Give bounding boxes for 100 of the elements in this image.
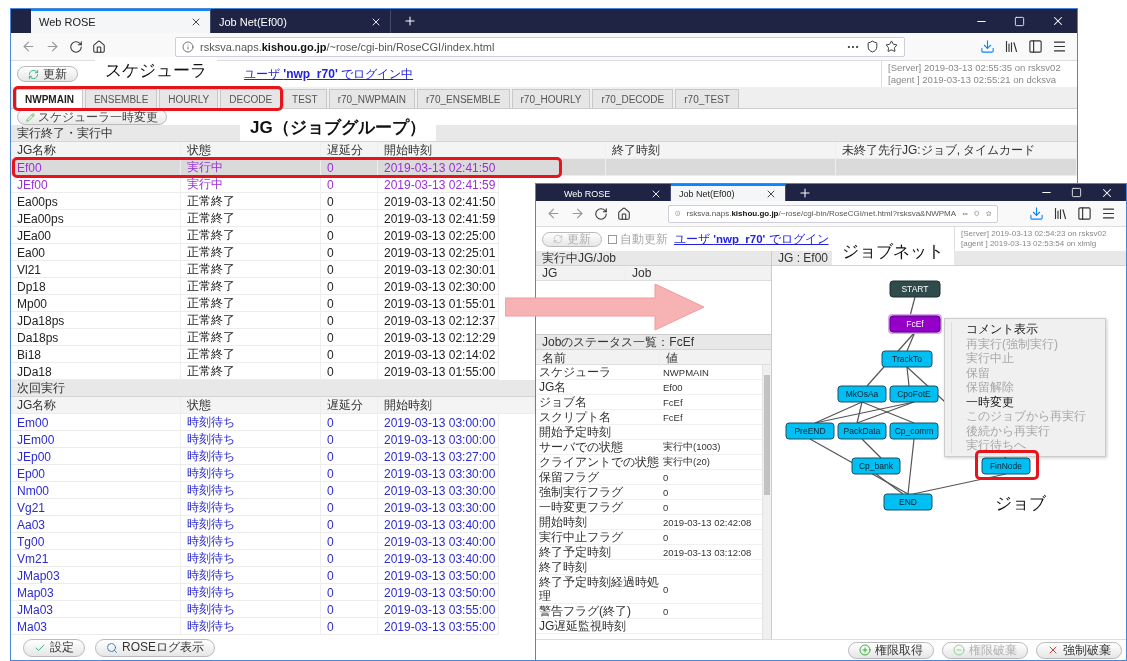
job-node[interactable]: PackData [837, 422, 887, 440]
table-row[interactable]: Ma03 時刻待ち 0 2019-03-13 03:55:00 [11, 618, 499, 635]
menu-icon[interactable] [1101, 206, 1116, 221]
job-node[interactable]: TrackTo [881, 350, 933, 368]
home-icon[interactable] [617, 206, 631, 221]
job-node[interactable]: CpoFotE [889, 385, 939, 403]
back-icon[interactable] [546, 206, 561, 221]
action-button[interactable]: 強制破棄 [1036, 641, 1122, 659]
reload-icon[interactable] [69, 39, 83, 54]
scheduler-tab[interactable]: DECODE [220, 89, 282, 108]
login-link[interactable]: ユーザ 'nwp_r70' でログイン中 [244, 65, 414, 83]
table-row[interactable]: JEm00 時刻待ち 0 2019-03-13 03:00:00 [11, 431, 499, 448]
job-node[interactable]: Cp_comm [889, 422, 939, 440]
panel-header: Jobのステータス一覧：FcEf [536, 335, 771, 350]
login-link[interactable]: ユーザ 'nwp_r70' でログイン [674, 231, 829, 247]
property-value: 0 [662, 531, 670, 543]
scrollbar[interactable] [762, 365, 771, 639]
scheduler-tab[interactable]: r70_NWPMAIN [328, 89, 415, 108]
table-row[interactable]: Aa03 時刻待ち 0 2019-03-13 03:40:00 [11, 516, 499, 533]
scheduler-tab[interactable]: HOURLY [159, 89, 219, 108]
job-node[interactable]: FinNode [981, 457, 1031, 475]
maximize-icon[interactable] [1071, 187, 1082, 198]
new-tab-icon[interactable] [403, 14, 417, 28]
library-icon[interactable] [1053, 206, 1068, 221]
scheduler-tab[interactable]: r70_ENSEMBLE [417, 89, 510, 108]
action-button[interactable]: 権限取得 [848, 641, 934, 659]
sidebar-icon[interactable] [1028, 39, 1043, 54]
table-row[interactable]: Vl21 正常終了 0 2019-03-13 02:30:01 [11, 261, 499, 278]
job-node[interactable]: FcEf [888, 314, 942, 334]
back-icon[interactable] [21, 39, 36, 54]
table-row[interactable]: JMa03 時刻待ち 0 2019-03-13 03:55:00 [11, 601, 499, 618]
table-row[interactable]: Da18ps 正常終了 0 2019-03-13 02:12:29 [11, 329, 499, 346]
shield-icon[interactable] [866, 40, 879, 53]
job-node[interactable]: MkOsAa [837, 385, 887, 403]
property-name: スケジューラ [538, 365, 612, 379]
menu-item[interactable]: コメント表示 [951, 322, 1105, 337]
table-row[interactable]: Ea00ps 正常終了 0 2019-03-13 02:41:50 [11, 193, 499, 210]
reload-icon[interactable] [594, 206, 608, 221]
close-icon[interactable] [190, 16, 202, 28]
property-value: 実行中(20) [662, 455, 711, 469]
table-row[interactable]: Ea00 正常終了 0 2019-03-13 02:25:01 [11, 244, 499, 261]
star-icon[interactable] [985, 208, 991, 219]
table-row[interactable]: Bi18 正常終了 0 2019-03-13 02:14:02 [11, 346, 499, 363]
property-name: JG遅延監視時刻 [538, 619, 628, 633]
forward-icon[interactable] [570, 206, 585, 221]
refresh-button[interactable]: 更新 [17, 66, 78, 82]
table-row[interactable]: JEa00ps 正常終了 0 2019-03-13 02:41:59 [11, 210, 499, 227]
property-value: 2019-03-13 02:42:08 [662, 516, 753, 528]
table-cell: 0 [321, 618, 378, 635]
info-icon[interactable] [182, 40, 194, 53]
property-name: 一時変更フラグ [538, 500, 624, 514]
job-node[interactable]: START [889, 280, 941, 298]
new-tab-icon[interactable] [798, 185, 812, 200]
browser-tab[interactable]: Job Net(Ef00) [671, 184, 786, 201]
menu-item[interactable]: 一時変更 [951, 394, 1105, 409]
maximize-icon[interactable] [1014, 15, 1025, 27]
sidebar-icon[interactable] [1077, 206, 1092, 221]
scheduler-tab[interactable]: ENSEMBLE [84, 89, 158, 108]
scheduler-tab[interactable]: r70_HOURLY [511, 89, 591, 108]
footer-button[interactable]: ROSEログ表示 [95, 638, 215, 657]
browser-tab[interactable]: Web ROSE [31, 9, 211, 33]
table-row[interactable]: JEa00 正常終了 0 2019-03-13 02:25:00 [11, 227, 499, 244]
download-icon[interactable] [1029, 206, 1044, 221]
search-icon[interactable] [106, 641, 118, 654]
home-icon[interactable] [92, 39, 106, 54]
close-icon[interactable] [370, 16, 382, 28]
table-row[interactable]: Ep00 時刻待ち 0 2019-03-13 03:30:00 [11, 465, 499, 482]
scheduler-tab[interactable]: NWPMAIN [16, 89, 83, 108]
footer-button[interactable]: 設定 [23, 638, 85, 657]
star-icon[interactable] [885, 40, 898, 53]
address-field[interactable]: rsksva.naps.kishou.go.jp/~rose/cgi-bin/RoseCGI/net.html?rsksva&NWPMA [668, 204, 998, 223]
scheduler-tab[interactable]: r70_TEST [675, 89, 739, 108]
table-row[interactable]: JDa18ps 正常終了 0 2019-03-13 02:12:37 [11, 312, 499, 329]
library-icon[interactable] [1004, 39, 1019, 54]
property-value: FcEf [662, 396, 684, 408]
table-row[interactable]: Vg21 時刻待ち 0 2019-03-13 03:30:00 [11, 499, 499, 516]
table-row[interactable]: Tg00 時刻待ち 0 2019-03-13 03:40:00 [11, 533, 499, 550]
table-row[interactable]: Map03 時刻待ち 0 2019-03-13 03:50:00 [11, 584, 499, 601]
table-row[interactable]: JMap03 時刻待ち 0 2019-03-13 03:50:00 [11, 567, 499, 584]
job-node[interactable]: PreEND [785, 422, 835, 440]
scheduler-tab[interactable]: TEST [283, 89, 327, 108]
table-row[interactable]: Vm21 時刻待ち 0 2019-03-13 03:40:00 [11, 550, 499, 567]
close-icon[interactable] [1051, 14, 1065, 28]
property-name: サーバでの状態 [538, 440, 624, 454]
scheduler-tab[interactable]: r70_DECODE [592, 89, 674, 108]
address-field[interactable]: rsksva.naps.kishou.go.jp/~rose/cgi-bin/RoseCGI/index.html [175, 36, 905, 57]
job-node[interactable]: END [883, 493, 933, 511]
forward-icon[interactable] [45, 39, 60, 54]
job-node[interactable]: Cp_bank [851, 457, 901, 475]
property-name: 終了予定時刻 [538, 545, 612, 559]
table-row[interactable]: Em00 時刻待ち 0 2019-03-13 03:00:00 [11, 414, 499, 431]
table-row[interactable]: Nm00 時刻待ち 0 2019-03-13 03:30:00 [11, 482, 499, 499]
table-row[interactable]: Dp18 正常終了 0 2019-03-13 02:30:00 [11, 278, 499, 295]
table-row[interactable]: JDa18 正常終了 0 2019-03-13 01:55:00 [11, 363, 499, 380]
table-row[interactable]: Mp00 正常終了 0 2019-03-13 01:55:01 [11, 295, 499, 312]
table-row[interactable]: JEp00 時刻待ち 0 2019-03-13 03:27:00 [11, 448, 499, 465]
menu-icon[interactable] [1052, 39, 1067, 54]
download-icon[interactable] [980, 39, 995, 54]
property-value: Ef00 [662, 381, 684, 393]
property-value: 0 [662, 501, 670, 513]
